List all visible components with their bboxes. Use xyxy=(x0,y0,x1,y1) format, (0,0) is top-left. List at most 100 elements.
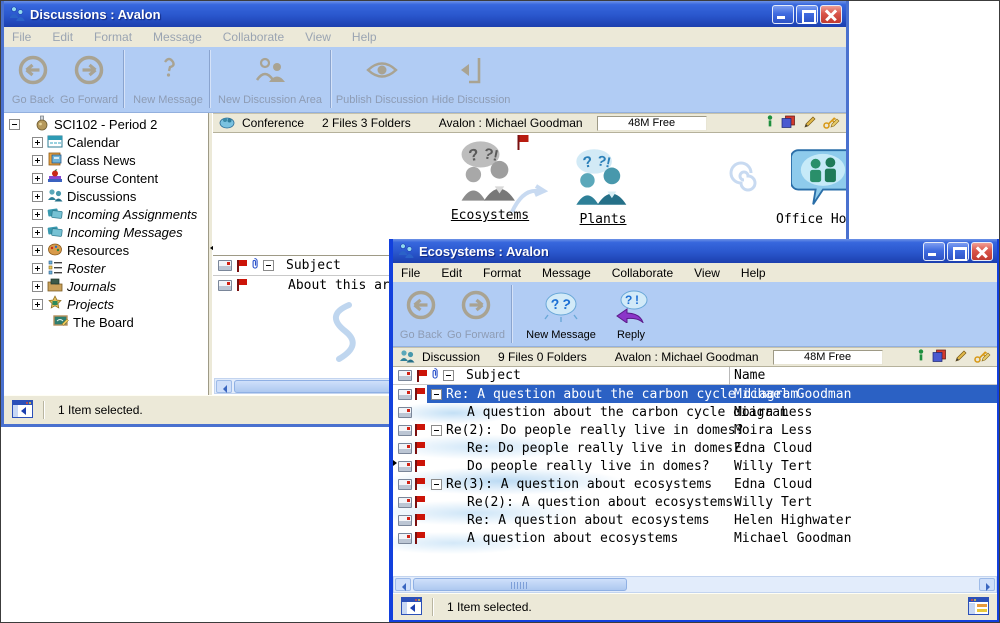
pencil-icon[interactable] xyxy=(803,115,816,132)
item-office-hours[interactable]: Office Hours xyxy=(768,145,846,227)
expand-box-icon[interactable] xyxy=(32,209,43,220)
key-pencil-icon[interactable] xyxy=(823,115,840,132)
sidebar-item-course-content[interactable]: Course Content xyxy=(4,169,208,187)
menu-edit[interactable]: Edit xyxy=(441,266,462,280)
view-grid-icon[interactable] xyxy=(968,597,989,618)
menu-file[interactable]: File xyxy=(12,30,31,44)
expand-box-icon[interactable] xyxy=(32,227,43,238)
expand-box-icon[interactable] xyxy=(32,299,43,310)
sidebar-item-projects[interactable]: Projects xyxy=(4,295,208,313)
go-back-button[interactable]: Go Back xyxy=(399,289,443,341)
message-row[interactable]: A question about the carbon cycle diagra… xyxy=(393,403,997,421)
account-label: Avalon : Michael Goodman xyxy=(615,350,759,364)
collapse-box-icon[interactable] xyxy=(431,425,442,436)
tree-root-sci102[interactable]: SCI102 - Period 2 xyxy=(4,115,208,133)
reply-button[interactable]: ?! Reply xyxy=(607,289,655,341)
presence-person-icon[interactable] xyxy=(917,349,925,366)
message-row[interactable]: Re(2): A question about ecosystems Willy… xyxy=(393,493,997,511)
sidebar-item-incoming-messages[interactable]: Incoming Messages xyxy=(4,223,208,241)
minimize-button[interactable] xyxy=(923,242,945,261)
menu-edit[interactable]: Edit xyxy=(52,30,73,44)
people-app-icon[interactable] xyxy=(398,242,414,261)
message-list-hscrollbar[interactable] xyxy=(393,576,997,593)
expand-box-icon[interactable] xyxy=(32,191,43,202)
expand-box-icon[interactable] xyxy=(32,173,43,184)
collapse-box-icon[interactable] xyxy=(431,479,442,490)
layers-icon[interactable] xyxy=(781,115,796,132)
message-row[interactable]: A question about ecosystems Michael Good… xyxy=(393,529,997,547)
close-button[interactable] xyxy=(971,242,993,261)
new-discussion-area-button[interactable]: New Discussion Area xyxy=(216,54,324,106)
sidebar-item-resources[interactable]: Resources xyxy=(4,241,208,259)
collapse-all-icon[interactable] xyxy=(263,260,274,271)
sidebar-item-incoming-assignments[interactable]: Incoming Assignments xyxy=(4,205,208,223)
expand-box-icon[interactable] xyxy=(32,263,43,274)
message-row[interactable]: Re(3): A question about ecosystems Edna … xyxy=(393,475,997,493)
go-forward-button[interactable]: Go Forward xyxy=(447,289,505,341)
close-button[interactable] xyxy=(820,5,842,24)
window2-titlebar[interactable]: Ecosystems : Avalon xyxy=(393,239,997,263)
tree-splitter[interactable] xyxy=(208,113,212,395)
go-back-button[interactable]: Go Back xyxy=(10,54,56,106)
sidebar-item-discussions[interactable]: Discussions xyxy=(4,187,208,205)
item-ecosystems[interactable]: ??! Ecosystems xyxy=(435,139,545,223)
subject-column-header[interactable]: Subject xyxy=(466,368,521,383)
pane-toggle-icon[interactable] xyxy=(401,597,422,618)
menu-format[interactable]: Format xyxy=(483,266,521,280)
conference-items-area: ??! Ecosystems ??! Plants xyxy=(213,133,846,255)
column-separator[interactable] xyxy=(729,367,730,385)
key-pencil-icon[interactable] xyxy=(974,349,991,366)
new-message-button[interactable]: New Message xyxy=(130,54,206,106)
maximize-button[interactable] xyxy=(947,242,969,261)
menu-collaborate[interactable]: Collaborate xyxy=(612,266,673,280)
expand-box-icon[interactable] xyxy=(32,245,43,256)
collapse-box-icon[interactable] xyxy=(431,389,442,400)
scrollbar-thumb[interactable] xyxy=(413,578,627,591)
name-column-header[interactable]: Name xyxy=(734,368,765,383)
sidebar-item-calendar[interactable]: Calendar xyxy=(4,133,208,151)
menu-message[interactable]: Message xyxy=(153,30,202,44)
scroll-left-arrow[interactable] xyxy=(395,578,411,591)
menu-collaborate[interactable]: Collaborate xyxy=(223,30,284,44)
menu-format[interactable]: Format xyxy=(94,30,132,44)
presence-person-icon[interactable] xyxy=(766,115,774,132)
expand-box-icon[interactable] xyxy=(32,137,43,148)
publish-discussion-button[interactable]: Publish Discussion xyxy=(335,54,429,106)
collapse-all-icon[interactable] xyxy=(443,370,454,381)
scroll-right-arrow[interactable] xyxy=(979,578,995,591)
menu-message[interactable]: Message xyxy=(542,266,591,280)
pencil-icon[interactable] xyxy=(954,349,967,366)
menu-help[interactable]: Help xyxy=(741,266,766,280)
menu-view[interactable]: View xyxy=(305,30,331,44)
message-row[interactable]: Re: A question about ecosystems Helen Hi… xyxy=(393,511,997,529)
message-list-header[interactable]: Subject Name xyxy=(393,367,997,385)
minimize-button[interactable] xyxy=(772,5,794,24)
menu-view[interactable]: View xyxy=(694,266,720,280)
item-plants[interactable]: ??! Plants xyxy=(553,147,653,227)
message-row[interactable]: Re: Do people really live in domes? Edna… xyxy=(393,439,997,457)
subject-column-header[interactable]: Subject xyxy=(286,258,341,273)
container-kind: Discussion xyxy=(422,350,480,364)
expand-box-icon[interactable] xyxy=(32,281,43,292)
scroll-left-arrow[interactable] xyxy=(216,380,232,393)
collapse-box-icon[interactable] xyxy=(9,119,20,130)
message-row[interactable]: Do people really live in domes? Willy Te… xyxy=(393,457,997,475)
pane-toggle-icon[interactable] xyxy=(12,400,33,421)
message-row[interactable]: Re: A question about the carbon cycle di… xyxy=(393,385,997,403)
window1-titlebar[interactable]: Discussions : Avalon xyxy=(4,1,846,27)
menu-help[interactable]: Help xyxy=(352,30,377,44)
menu-file[interactable]: File xyxy=(401,266,420,280)
go-forward-button[interactable]: Go Forward xyxy=(60,54,118,106)
sidebar-item-journals[interactable]: Journals xyxy=(4,277,208,295)
sidebar-item-the-board[interactable]: The Board xyxy=(4,313,208,331)
sidebar-item-class-news[interactable]: Class News xyxy=(4,151,208,169)
hide-discussion-button[interactable]: Hide Discussion xyxy=(430,54,512,106)
people-app-icon[interactable] xyxy=(9,5,25,24)
message-row[interactable]: Re(2): Do people really live in domes? M… xyxy=(393,421,997,439)
message-icon xyxy=(218,280,232,291)
layers-icon[interactable] xyxy=(932,349,947,366)
new-message-button[interactable]: ?? New Message xyxy=(519,289,603,341)
expand-box-icon[interactable] xyxy=(32,155,43,166)
maximize-button[interactable] xyxy=(796,5,818,24)
sidebar-item-roster[interactable]: Roster xyxy=(4,259,208,277)
